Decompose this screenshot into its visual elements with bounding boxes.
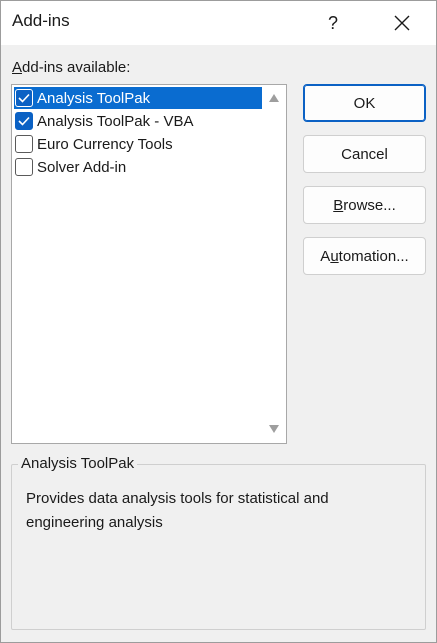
- ok-button[interactable]: OK: [303, 84, 426, 122]
- help-button[interactable]: ?: [313, 7, 353, 39]
- list-scrollbar[interactable]: [262, 85, 286, 443]
- automation-label-rest: tomation...: [338, 247, 409, 265]
- list-item-solver-add-in[interactable]: Solver Add-in: [14, 156, 262, 178]
- scroll-up-arrow-icon[interactable]: [269, 94, 279, 102]
- browse-label-rest: rowse...: [343, 196, 396, 214]
- list-item-analysis-toolpak[interactable]: Analysis ToolPak: [14, 87, 262, 109]
- description-group: Analysis ToolPak Provides data analysis …: [11, 455, 426, 630]
- list-item-label: Euro Currency Tools: [37, 135, 173, 153]
- accesskey-b: B: [333, 196, 344, 214]
- close-icon: [394, 15, 410, 31]
- automation-button[interactable]: Automation...: [303, 237, 426, 275]
- checkmark-icon: [18, 116, 30, 126]
- checkbox-analysis-toolpak-vba[interactable]: [15, 112, 33, 130]
- cancel-button[interactable]: Cancel: [303, 135, 426, 173]
- list-item-label: Analysis ToolPak - VBA: [37, 112, 194, 130]
- cancel-button-label: Cancel: [341, 145, 388, 163]
- list-item-label: Analysis ToolPak: [37, 89, 151, 107]
- automation-button-label: Automation...: [320, 248, 408, 265]
- dialog-title: Add-ins: [12, 11, 70, 30]
- list-item-euro-currency-tools[interactable]: Euro Currency Tools: [14, 133, 262, 155]
- title-bar: Add-ins ?: [1, 1, 436, 45]
- scroll-down-arrow-icon[interactable]: [269, 425, 279, 433]
- close-button[interactable]: [381, 7, 423, 39]
- checkmark-icon: [18, 93, 30, 103]
- checkbox-analysis-toolpak[interactable]: [15, 89, 33, 107]
- browse-button-label: Browse...: [333, 197, 396, 214]
- list-item-label: Solver Add-in: [37, 158, 127, 176]
- checkbox-euro-currency-tools[interactable]: [15, 135, 33, 153]
- add-ins-available-label: Add-ins available:: [12, 59, 130, 76]
- automation-label-pre: A: [320, 247, 331, 265]
- add-ins-dialog: Add-ins ? Add-ins available: Analysis To…: [0, 0, 437, 643]
- help-icon: ?: [327, 12, 338, 33]
- accesskey-a: A: [12, 59, 23, 76]
- ok-button-label: OK: [353, 94, 376, 112]
- checkbox-solver-add-in[interactable]: [15, 158, 33, 176]
- accesskey-u: u: [330, 247, 339, 265]
- add-ins-listbox[interactable]: Analysis ToolPak Analysis ToolPak - VBA …: [11, 84, 287, 444]
- browse-button[interactable]: Browse...: [303, 186, 426, 224]
- add-ins-available-text: dd-ins available:: [22, 59, 131, 76]
- list-item-analysis-toolpak-vba[interactable]: Analysis ToolPak - VBA: [14, 110, 262, 132]
- description-text: Provides data analysis tools for statist…: [26, 490, 329, 531]
- description-title: Analysis ToolPak: [18, 455, 138, 472]
